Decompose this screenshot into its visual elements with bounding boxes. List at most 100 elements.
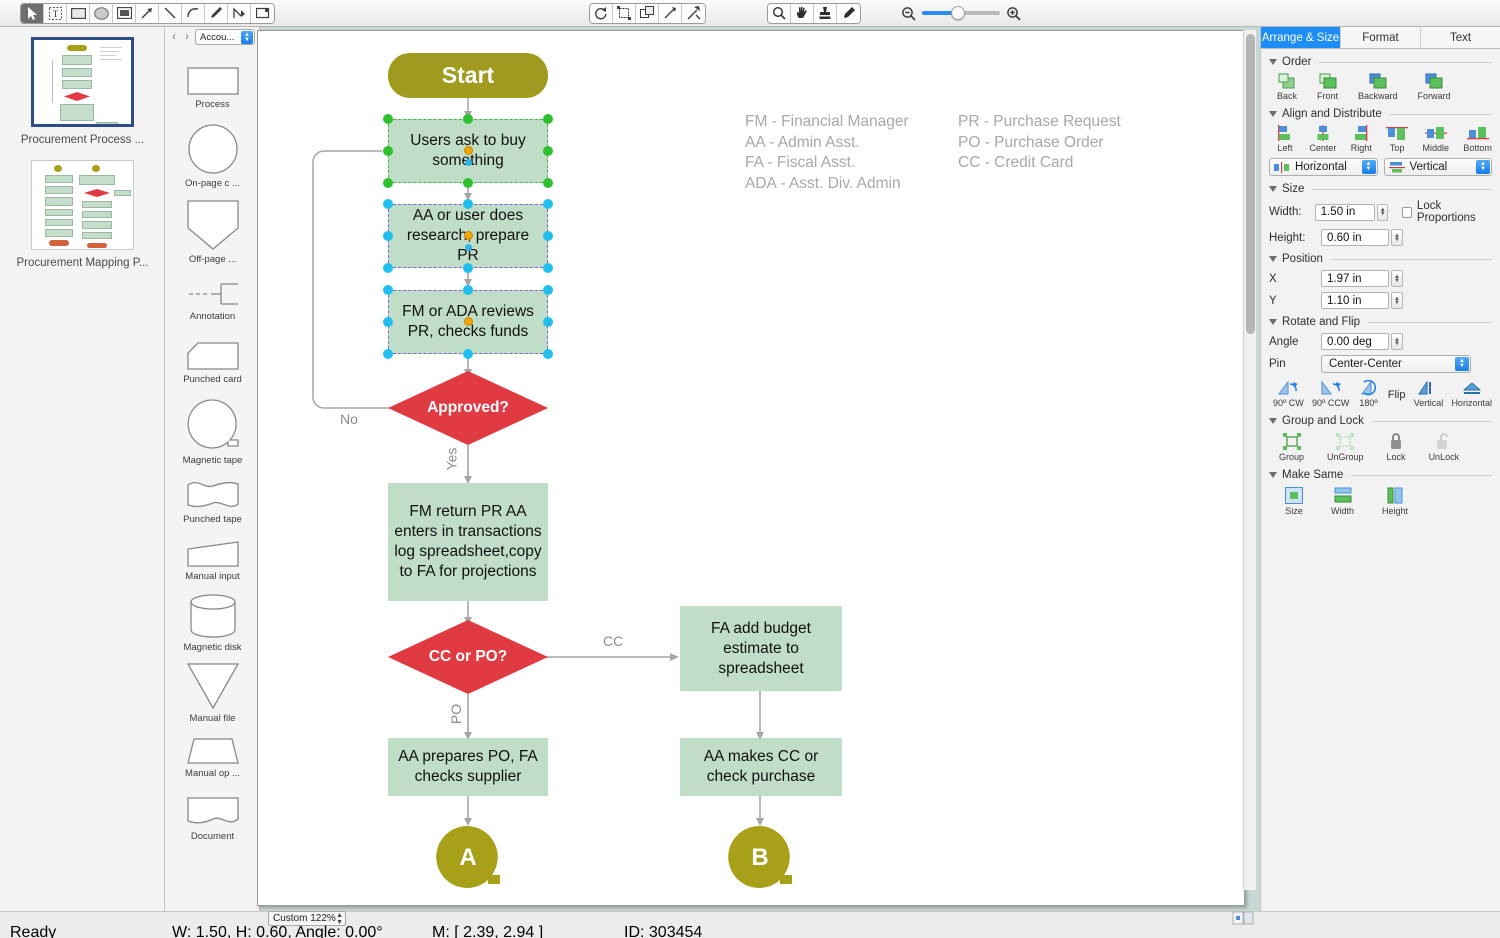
ellipse-tool[interactable]: [90, 3, 113, 23]
canvas-vertical-scrollbar[interactable]: [1243, 30, 1256, 890]
shape-item-punchedcard[interactable]: Punched card: [165, 342, 259, 385]
order-front-button[interactable]: Front: [1317, 73, 1338, 101]
flow-node-fa-add-budget[interactable]: FA add budget estimate to spreadsheet: [680, 606, 842, 691]
disclosure-triangle-icon[interactable]: [1269, 472, 1277, 478]
selection-handle[interactable]: [383, 317, 393, 327]
group-button[interactable]: Group: [1279, 433, 1304, 462]
library-prev-icon[interactable]: ‹: [169, 31, 179, 43]
disclosure-triangle-icon[interactable]: [1269, 319, 1277, 325]
rotate-tool[interactable]: [590, 3, 613, 23]
text-anchor-handle[interactable]: [465, 159, 472, 166]
shape-item-document[interactable]: Document: [165, 797, 259, 842]
flow-node-start[interactable]: Start: [388, 53, 548, 98]
angle-input[interactable]: 0.00 deg: [1321, 333, 1389, 350]
edit-points-tool[interactable]: [228, 3, 251, 23]
selection-handle[interactable]: [463, 178, 473, 188]
section-header[interactable]: Position: [1269, 253, 1492, 265]
flow-node-fm-return-pr[interactable]: FM return PR AA enters in transactions l…: [388, 483, 548, 601]
align-bottom-button[interactable]: Bottom: [1463, 125, 1492, 153]
section-header[interactable]: Make Same: [1269, 469, 1492, 481]
flow-node-approved-decision[interactable]: Approved?: [388, 371, 548, 445]
rotate-180-button[interactable]: 180º: [1358, 380, 1380, 408]
y-input[interactable]: 1.10 in: [1321, 292, 1389, 309]
shape-item-manualfile[interactable]: Manual file: [165, 663, 259, 724]
selection-handle[interactable]: [383, 349, 393, 359]
selection-handle[interactable]: [543, 263, 553, 273]
chevron-updown-icon[interactable]: ▲ ▼: [1455, 357, 1469, 371]
section-header[interactable]: Group and Lock: [1269, 415, 1492, 427]
align-center-button[interactable]: Center: [1309, 125, 1336, 153]
lock-button[interactable]: Lock: [1387, 433, 1406, 462]
disclosure-triangle-icon[interactable]: [1269, 111, 1277, 117]
document-thumbnail-2[interactable]: [31, 160, 134, 250]
shape-item-offpage[interactable]: Off-page ...: [165, 200, 259, 265]
connector-tool[interactable]: [659, 3, 682, 23]
height-input[interactable]: 0.60 in: [1321, 229, 1389, 246]
x-stepper[interactable]: ▲ ▼: [1391, 270, 1403, 287]
flow-node-connector-ref-a[interactable]: A: [434, 825, 506, 891]
lock-proportions-row[interactable]: Lock Proportions: [1402, 200, 1492, 224]
duplicate-tool[interactable]: [636, 3, 659, 23]
eyedropper-tool[interactable]: [837, 3, 860, 23]
align-left-button[interactable]: Left: [1275, 125, 1295, 153]
pin-select[interactable]: Center-Center ▲ ▼: [1321, 355, 1471, 373]
rotate-90-cw-button[interactable]: 90º CW: [1273, 380, 1304, 408]
shape-item-onpage[interactable]: On-page c ...: [165, 124, 259, 189]
selection-handle[interactable]: [463, 349, 473, 359]
flow-node-cc-or-po-decision[interactable]: CC or PO?: [388, 620, 548, 694]
selection-handle[interactable]: [383, 146, 393, 156]
selection-handle[interactable]: [543, 178, 553, 188]
shape-item-punchedtape[interactable]: Punched tape: [165, 480, 259, 525]
x-input[interactable]: 1.97 in: [1321, 270, 1389, 287]
line-tool[interactable]: [159, 3, 182, 23]
flow-node-aa-prepares-po[interactable]: AA prepares PO, FA checks supplier: [388, 738, 548, 796]
align-right-button[interactable]: Right: [1351, 125, 1372, 153]
unlock-button[interactable]: UnLock: [1429, 433, 1459, 462]
library-selector[interactable]: Accou... ▲ ▼: [195, 29, 255, 45]
scrollbar-thumb[interactable]: [1246, 34, 1255, 334]
zoom-slider[interactable]: [922, 6, 1000, 20]
rotation-handle[interactable]: [464, 231, 473, 240]
selection-handle[interactable]: [463, 199, 473, 209]
pen-tool[interactable]: [205, 3, 228, 23]
selection-handle[interactable]: [383, 178, 393, 188]
shape-item-manualop[interactable]: Manual op ...: [165, 738, 259, 779]
document-item[interactable]: Procurement Process ...: [0, 37, 165, 146]
selection-handle[interactable]: [463, 114, 473, 124]
chevron-updown-icon[interactable]: ▲ ▼: [241, 31, 253, 44]
selection-handle[interactable]: [383, 199, 393, 209]
selection-handle[interactable]: [543, 231, 553, 241]
align-middle-button[interactable]: Middle: [1423, 125, 1449, 153]
shape-item-process[interactable]: Process: [165, 67, 259, 110]
section-header[interactable]: Size: [1269, 183, 1492, 195]
width-stepper[interactable]: ▲ ▼: [1377, 203, 1389, 221]
width-input[interactable]: 1.50 in: [1314, 203, 1376, 221]
ungroup-button[interactable]: UnGroup: [1327, 433, 1364, 462]
shape-item-magdisk[interactable]: Magnetic disk: [165, 594, 259, 653]
callout-tool[interactable]: [251, 3, 274, 23]
flow-node-aa-makes-cc[interactable]: AA makes CC or check purchase: [680, 738, 842, 796]
order-backward-button[interactable]: Backward: [1358, 73, 1398, 101]
rotation-handle[interactable]: [464, 146, 473, 155]
zoom-tool[interactable]: [768, 3, 791, 23]
zoom-out-icon[interactable]: [901, 6, 916, 21]
tab-arrange-size[interactable]: Arrange & Size: [1261, 27, 1341, 48]
align-top-button[interactable]: Top: [1386, 125, 1409, 153]
order-forward-button[interactable]: Forward: [1418, 73, 1451, 101]
selection-handle[interactable]: [543, 199, 553, 209]
disclosure-triangle-icon[interactable]: [1269, 59, 1277, 65]
tab-format[interactable]: Format: [1341, 27, 1421, 48]
section-header[interactable]: Align and Distribute: [1269, 108, 1492, 120]
selection-handle[interactable]: [543, 114, 553, 124]
zoom-in-icon[interactable]: [1006, 6, 1021, 21]
stamp-tool[interactable]: [814, 3, 837, 23]
disclosure-triangle-icon[interactable]: [1269, 418, 1277, 424]
canvas-area[interactable]: Start Users ask to buy something AA or u…: [257, 27, 1260, 911]
angle-stepper[interactable]: ▲ ▼: [1391, 333, 1403, 350]
selection-handle[interactable]: [463, 285, 473, 295]
make-same-width-button[interactable]: Width: [1331, 487, 1354, 516]
flow-node-connector-ref-b[interactable]: B: [726, 825, 798, 891]
y-stepper[interactable]: ▲ ▼: [1391, 292, 1403, 309]
flip-vertical-button[interactable]: Vertical: [1414, 380, 1443, 408]
order-back-button[interactable]: Back: [1277, 73, 1297, 101]
